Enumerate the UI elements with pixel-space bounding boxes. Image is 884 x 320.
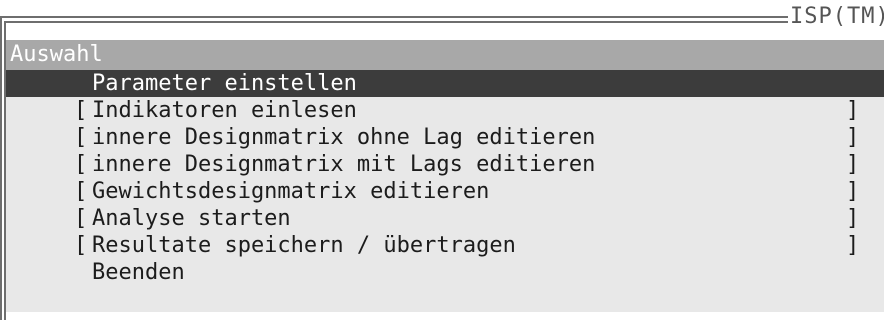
bracket-close: ] — [846, 233, 860, 258]
bracket-open: [ — [74, 125, 88, 150]
bracket-open: [ — [74, 179, 88, 204]
menu-item-resultate-speichern[interactable]: [ Resultate speichern / übertragen ] — [6, 232, 884, 259]
bracket-open: [ — [74, 98, 88, 123]
app-brand-title: ISP(TM) — [788, 2, 884, 32]
menu-title: Auswahl — [6, 40, 884, 70]
menu-item-label: innere Designmatrix ohne Lag editieren — [92, 125, 596, 150]
menu-item-beenden[interactable]: Beenden — [6, 259, 884, 286]
menu-item-analyse-starten[interactable]: [ Analyse starten ] — [6, 205, 884, 232]
frame-top-line-inner — [4, 21, 884, 23]
menu-item-innere-designmatrix-mit-lags[interactable]: [ innere Designmatrix mit Lags editieren… — [6, 151, 884, 178]
bracket-close: ] — [846, 152, 860, 177]
menu-item-label: Indikatoren einlesen — [92, 98, 357, 123]
menu-item-label: Resultate speichern / übertragen — [92, 233, 516, 258]
frame-top-line-outer — [0, 16, 884, 18]
menu-item-parameter-einstellen[interactable]: Parameter einstellen — [6, 70, 884, 97]
bracket-open: [ — [74, 233, 88, 258]
frame-left-line-outer — [0, 16, 2, 320]
menu-item-gewichtsdesignmatrix[interactable]: [ Gewichtsdesignmatrix editieren ] — [6, 178, 884, 205]
menu-item-indikatoren-einlesen[interactable]: [ Indikatoren einlesen ] — [6, 97, 884, 124]
bracket-close: ] — [846, 206, 860, 231]
menu-item-label: innere Designmatrix mit Lags editieren — [92, 152, 596, 177]
bracket-open: [ — [74, 152, 88, 177]
bracket-close: ] — [846, 179, 860, 204]
menu-item-label: Gewichtsdesignmatrix editieren — [92, 179, 490, 204]
menu-item-label: Parameter einstellen — [92, 71, 357, 96]
menu-item-label: Analyse starten — [92, 206, 291, 231]
terminal-window: ISP(TM) Auswahl Parameter einstellen [ I… — [0, 0, 884, 320]
menu-item-label: Beenden — [92, 260, 185, 285]
bracket-close: ] — [846, 98, 860, 123]
bracket-open: [ — [74, 206, 88, 231]
bracket-close: ] — [846, 125, 860, 150]
menu-item-innere-designmatrix-ohne-lag[interactable]: [ innere Designmatrix ohne Lag editieren… — [6, 124, 884, 151]
